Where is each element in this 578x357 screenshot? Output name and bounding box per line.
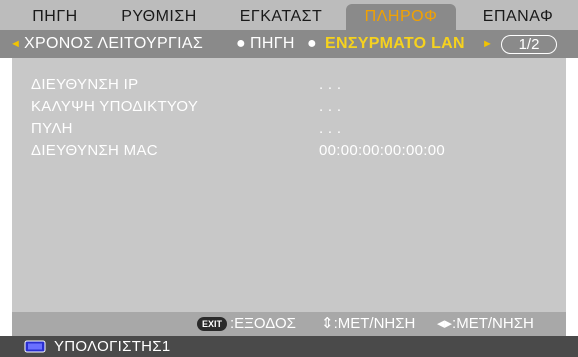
tab-reset[interactable]: ΕΠΑΝΑΦ [464,4,572,30]
subtab-usage-time[interactable]: ΧΡΟΝΟΣ ΛΕΙΤΟΥΡΓΙΑΣ [24,30,203,58]
subtab-wired-lan[interactable]: ΕΝΣΥΡΜΑΤΟ LAN [325,30,465,58]
subtab-left-arrow-icon[interactable]: ◄ [10,30,21,58]
current-source-label: ΥΠΟΛΟΓΙΣΤΗΣ1 [54,338,171,355]
gateway-value: . . . [319,120,342,137]
ip-address-label: ΔΙΕΥΘΥΝΣΗ IP [31,76,139,93]
subtab-source[interactable]: ΠΗΓΗ [250,30,295,58]
help-bar: EXIT :ΕΞΟΔΟΣ ⇕:ΜΕΤ/ΝΗΣΗ ◂▸:ΜΕΤ/ΝΗΣΗ [12,312,566,336]
exit-button-icon: EXIT [197,317,227,331]
main-tab-bar: ΠΗΓΗ ΡΥΘΜΙΣΗ ΕΓΚΑΤΑΣΤ ΠΛΗΡΟΦ ΕΠΑΝΑΦ [0,0,578,30]
gateway-label: ΠΥΛΗ [31,120,73,137]
tab-setup[interactable]: ΕΓΚΑΤΑΣΤ [222,4,340,30]
subtab-separator: ● [236,35,246,52]
ip-address-value: . . . [319,76,342,93]
subnet-mask-label: ΚΑΛΥΨΗ ΥΠΟΔΙΚΤΥΟΥ [31,98,199,115]
tab-source[interactable]: ΠΗΓΗ [12,4,98,30]
page-indicator: 1/2 [501,35,557,54]
subnet-mask-value: . . . [319,98,342,115]
exit-hint: :ΕΞΟΔΟΣ [230,315,296,332]
subtab-right-arrow-icon[interactable]: ► [482,30,493,58]
mac-address-value: 00:00:00:00:00:00 [319,142,446,159]
tab-info[interactable]: ΠΛΗΡΟΦ [346,4,456,30]
subtab-separator: ● [307,35,317,52]
projector-osd-menu: ΠΗΓΗ ΡΥΘΜΙΣΗ ΕΓΚΑΤΑΣΤ ΠΛΗΡΟΦ ΕΠΑΝΑΦ ◄ ΧΡ… [0,0,578,357]
sub-tab-bar: ◄ ΧΡΟΝΟΣ ΛΕΙΤΟΥΡΓΙΑΣ ● ΠΗΓΗ ● ΕΝΣΥΡΜΑΤΟ … [0,30,578,58]
computer-monitor-icon [24,340,46,353]
source-status-bar: ΥΠΟΛΟΓΙΣΤΗΣ1 [0,336,578,357]
tab-adjust[interactable]: ΡΥΘΜΙΣΗ [100,4,218,30]
info-panel: ΔΙΕΥΘΥΝΣΗ IP . . . ΚΑΛΥΨΗ ΥΠΟΔΙΚΤΥΟΥ . .… [12,58,566,312]
leftright-navigate-hint: ◂▸:ΜΕΤ/ΝΗΣΗ [437,315,534,332]
mac-address-label: ΔΙΕΥΘΥΝΣΗ MAC [31,142,158,159]
updown-navigate-hint: ⇕:ΜΕΤ/ΝΗΣΗ [321,315,416,332]
